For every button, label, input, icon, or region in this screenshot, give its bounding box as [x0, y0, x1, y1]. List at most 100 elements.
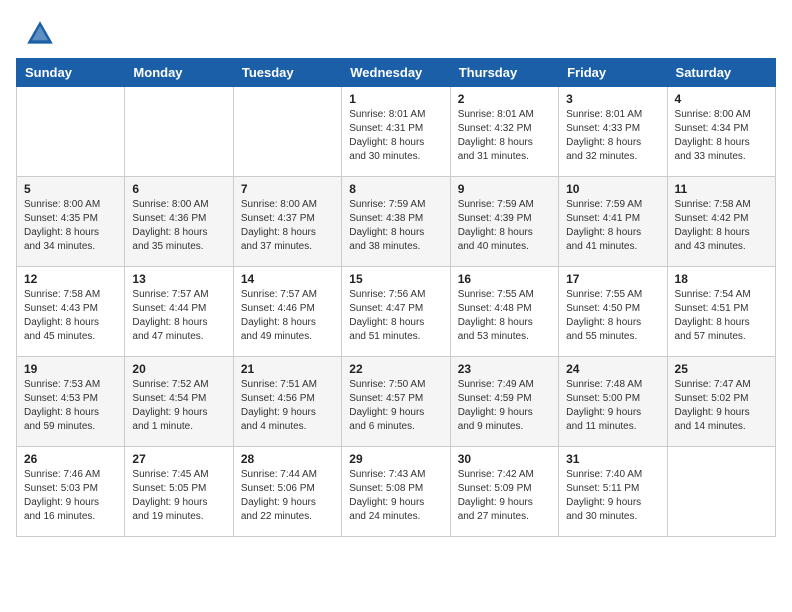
day-number: 9 — [458, 182, 551, 196]
day-number: 29 — [349, 452, 442, 466]
day-info: Sunrise: 7:51 AMSunset: 4:56 PMDaylight:… — [241, 379, 317, 432]
weekday-header-friday: Friday — [559, 59, 667, 87]
day-info: Sunrise: 7:55 AMSunset: 4:50 PMDaylight:… — [566, 289, 642, 342]
day-info: Sunrise: 7:58 AMSunset: 4:43 PMDaylight:… — [24, 289, 100, 342]
day-number: 10 — [566, 182, 659, 196]
day-number: 24 — [566, 362, 659, 376]
day-info: Sunrise: 7:42 AMSunset: 5:09 PMDaylight:… — [458, 469, 534, 522]
calendar-cell: 3 Sunrise: 8:01 AMSunset: 4:33 PMDaylight… — [559, 87, 667, 177]
calendar-cell: 29 Sunrise: 7:43 AMSunset: 5:08 PMDayligh… — [342, 447, 450, 537]
day-info: Sunrise: 8:01 AMSunset: 4:33 PMDaylight:… — [566, 109, 642, 162]
day-number: 30 — [458, 452, 551, 466]
calendar-cell: 12 Sunrise: 7:58 AMSunset: 4:43 PMDayligh… — [17, 267, 125, 357]
week-row-4: 19 Sunrise: 7:53 AMSunset: 4:53 PMDayligh… — [17, 357, 776, 447]
calendar-cell: 17 Sunrise: 7:55 AMSunset: 4:50 PMDayligh… — [559, 267, 667, 357]
day-info: Sunrise: 7:57 AMSunset: 4:44 PMDaylight:… — [132, 289, 208, 342]
day-number: 8 — [349, 182, 442, 196]
weekday-header-thursday: Thursday — [450, 59, 558, 87]
calendar-cell: 10 Sunrise: 7:59 AMSunset: 4:41 PMDayligh… — [559, 177, 667, 267]
calendar-cell: 8 Sunrise: 7:59 AMSunset: 4:38 PMDaylight… — [342, 177, 450, 267]
calendar-cell: 9 Sunrise: 7:59 AMSunset: 4:39 PMDaylight… — [450, 177, 558, 267]
day-number: 17 — [566, 272, 659, 286]
calendar-cell: 30 Sunrise: 7:42 AMSunset: 5:09 PMDayligh… — [450, 447, 558, 537]
calendar-cell: 7Sunrise: 8:00 AMSunset: 4:37 PMDaylight… — [233, 177, 341, 267]
day-info: Sunrise: 8:01 AMSunset: 4:32 PMDaylight:… — [458, 109, 534, 162]
day-info: Sunrise: 8:01 AMSunset: 4:31 PMDaylight:… — [349, 109, 425, 162]
day-number: 22 — [349, 362, 442, 376]
weekday-header-saturday: Saturday — [667, 59, 775, 87]
day-number: 25 — [675, 362, 768, 376]
calendar-cell: 24 Sunrise: 7:48 AMSunset: 5:00 PMDayligh… — [559, 357, 667, 447]
day-info: Sunrise: 7:59 AMSunset: 4:38 PMDaylight:… — [349, 199, 425, 252]
day-info: Sunrise: 7:50 AMSunset: 4:57 PMDaylight:… — [349, 379, 425, 432]
day-number: 20 — [132, 362, 225, 376]
day-info: Sunrise: 7:59 AMSunset: 4:39 PMDaylight:… — [458, 199, 534, 252]
calendar-cell — [125, 87, 233, 177]
day-number: 12 — [24, 272, 117, 286]
calendar-cell: 21Sunrise: 7:51 AMSunset: 4:56 PMDayligh… — [233, 357, 341, 447]
calendar-cell: 28 Sunrise: 7:44 AMSunset: 5:06 PMDayligh… — [233, 447, 341, 537]
day-info: Sunrise: 7:55 AMSunset: 4:48 PMDaylight:… — [458, 289, 534, 342]
calendar-cell: 20 Sunrise: 7:52 AMSunset: 4:54 PMDayligh… — [125, 357, 233, 447]
day-info: Sunrise: 7:59 AMSunset: 4:41 PMDaylight:… — [566, 199, 642, 252]
day-number: 18 — [675, 272, 768, 286]
calendar-cell: 31 Sunrise: 7:40 AMSunset: 5:11 PMDayligh… — [559, 447, 667, 537]
calendar-cell: 18Sunrise: 7:54 AMSunset: 4:51 PMDayligh… — [667, 267, 775, 357]
weekday-header-tuesday: Tuesday — [233, 59, 341, 87]
day-info: Sunrise: 8:00 AMSunset: 4:35 PMDaylight:… — [24, 199, 100, 252]
day-number: 3 — [566, 92, 659, 106]
day-number: 28 — [241, 452, 334, 466]
logo-icon — [24, 18, 56, 50]
logo — [24, 18, 60, 50]
calendar-cell: 4Sunrise: 8:00 AMSunset: 4:34 PMDaylight… — [667, 87, 775, 177]
day-number: 2 — [458, 92, 551, 106]
header — [0, 0, 792, 58]
calendar-cell: 6Sunrise: 8:00 AMSunset: 4:36 PMDaylight… — [125, 177, 233, 267]
calendar-cell — [17, 87, 125, 177]
day-number: 26 — [24, 452, 117, 466]
day-info: Sunrise: 7:49 AMSunset: 4:59 PMDaylight:… — [458, 379, 534, 432]
day-info: Sunrise: 7:44 AMSunset: 5:06 PMDaylight:… — [241, 469, 317, 522]
weekday-header-monday: Monday — [125, 59, 233, 87]
day-number: 7 — [241, 182, 334, 196]
week-row-3: 12 Sunrise: 7:58 AMSunset: 4:43 PMDayligh… — [17, 267, 776, 357]
calendar-cell: 25 Sunrise: 7:47 AMSunset: 5:02 PMDayligh… — [667, 357, 775, 447]
day-info: Sunrise: 8:00 AMSunset: 4:34 PMDaylight:… — [675, 109, 751, 162]
day-info: Sunrise: 7:43 AMSunset: 5:08 PMDaylight:… — [349, 469, 425, 522]
day-info: Sunrise: 7:40 AMSunset: 5:11 PMDaylight:… — [566, 469, 642, 522]
day-info: Sunrise: 7:52 AMSunset: 4:54 PMDaylight:… — [132, 379, 208, 432]
day-number: 13 — [132, 272, 225, 286]
day-info: Sunrise: 7:53 AMSunset: 4:53 PMDaylight:… — [24, 379, 100, 432]
day-number: 6 — [132, 182, 225, 196]
day-info: Sunrise: 7:46 AMSunset: 5:03 PMDaylight:… — [24, 469, 100, 522]
day-number: 11 — [675, 182, 768, 196]
day-number: 16 — [458, 272, 551, 286]
calendar-cell: 15Sunrise: 7:56 AMSunset: 4:47 PMDayligh… — [342, 267, 450, 357]
calendar-cell — [233, 87, 341, 177]
day-info: Sunrise: 7:48 AMSunset: 5:00 PMDaylight:… — [566, 379, 642, 432]
day-info: Sunrise: 7:47 AMSunset: 5:02 PMDaylight:… — [675, 379, 751, 432]
day-info: Sunrise: 7:45 AMSunset: 5:05 PMDaylight:… — [132, 469, 208, 522]
calendar-cell: 11 Sunrise: 7:58 AMSunset: 4:42 PMDayligh… — [667, 177, 775, 267]
week-row-1: 1 Sunrise: 8:01 AMSunset: 4:31 PMDaylight… — [17, 87, 776, 177]
calendar-cell — [667, 447, 775, 537]
calendar-header: SundayMondayTuesdayWednesdayThursdayFrid… — [17, 59, 776, 87]
calendar-cell: 27Sunrise: 7:45 AMSunset: 5:05 PMDayligh… — [125, 447, 233, 537]
calendar-cell: 26 Sunrise: 7:46 AMSunset: 5:03 PMDayligh… — [17, 447, 125, 537]
day-number: 14 — [241, 272, 334, 286]
weekday-header-wednesday: Wednesday — [342, 59, 450, 87]
day-number: 1 — [349, 92, 442, 106]
day-info: Sunrise: 7:58 AMSunset: 4:42 PMDaylight:… — [675, 199, 751, 252]
calendar-cell: 14Sunrise: 7:57 AMSunset: 4:46 PMDayligh… — [233, 267, 341, 357]
calendar-cell: 1 Sunrise: 8:01 AMSunset: 4:31 PMDaylight… — [342, 87, 450, 177]
calendar-cell: 2 Sunrise: 8:01 AMSunset: 4:32 PMDaylight… — [450, 87, 558, 177]
day-number: 23 — [458, 362, 551, 376]
calendar-cell: 23 Sunrise: 7:49 AMSunset: 4:59 PMDayligh… — [450, 357, 558, 447]
day-info: Sunrise: 7:56 AMSunset: 4:47 PMDaylight:… — [349, 289, 425, 342]
week-row-5: 26 Sunrise: 7:46 AMSunset: 5:03 PMDayligh… — [17, 447, 776, 537]
calendar-wrap: SundayMondayTuesdayWednesdayThursdayFrid… — [0, 58, 792, 549]
calendar-cell: 5Sunrise: 8:00 AMSunset: 4:35 PMDaylight… — [17, 177, 125, 267]
day-number: 19 — [24, 362, 117, 376]
page: SundayMondayTuesdayWednesdayThursdayFrid… — [0, 0, 792, 612]
day-number: 31 — [566, 452, 659, 466]
